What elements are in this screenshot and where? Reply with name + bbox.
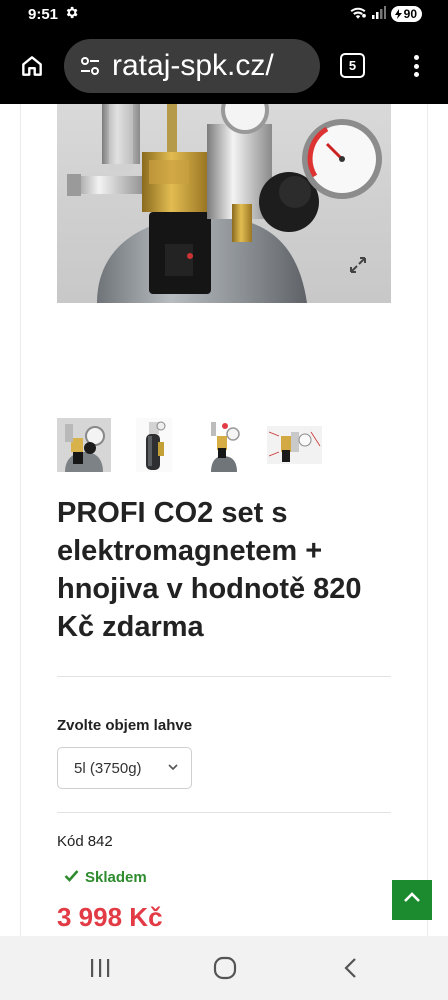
product-price: 3 998 Kč bbox=[57, 902, 163, 932]
variant-select[interactable]: 5l (3750g) bbox=[57, 747, 192, 789]
scroll-to-top-button[interactable] bbox=[392, 880, 432, 920]
site-settings-icon[interactable] bbox=[78, 54, 102, 78]
wifi-icon bbox=[349, 5, 367, 23]
status-bar: 9:51 90 bbox=[0, 0, 448, 28]
status-left: 9:51 bbox=[28, 5, 79, 24]
card-border bbox=[427, 104, 428, 936]
tab-count: 5 bbox=[348, 58, 357, 73]
address-bar[interactable]: rataj-spk.cz/ bbox=[64, 39, 320, 93]
stock-status: Skladem bbox=[64, 869, 147, 886]
check-icon bbox=[64, 869, 79, 886]
home-circle-icon[interactable] bbox=[211, 954, 239, 982]
stock-label: Skladem bbox=[85, 869, 147, 886]
phone-screen: 9:51 90 rataj-spk.cz/ 5 PROFI CO2 set s … bbox=[0, 0, 448, 1000]
expand-icon[interactable] bbox=[347, 254, 369, 276]
card-border bbox=[20, 104, 21, 936]
product-code: Kód 842 bbox=[57, 833, 117, 850]
battery-icon: 90 bbox=[390, 6, 422, 22]
divider bbox=[57, 812, 391, 813]
thumbnail-2[interactable] bbox=[136, 418, 172, 472]
status-time: 9:51 bbox=[28, 5, 59, 23]
product-thumbnails bbox=[57, 418, 337, 472]
thumbnail-4[interactable] bbox=[267, 426, 322, 464]
product-main-image[interactable] bbox=[57, 104, 391, 303]
thumbnail-3[interactable] bbox=[201, 418, 245, 472]
more-vert-icon[interactable] bbox=[404, 52, 428, 80]
home-icon[interactable] bbox=[18, 52, 46, 80]
back-icon[interactable] bbox=[337, 954, 365, 982]
chevron-up-icon bbox=[402, 888, 422, 913]
system-nav-bar bbox=[0, 936, 448, 1000]
page-content[interactable]: PROFI CO2 set s elektromagnetem + hnojiv… bbox=[0, 104, 448, 936]
status-right: 90 bbox=[349, 5, 422, 23]
divider bbox=[57, 676, 391, 677]
product-code-label: Kód bbox=[57, 833, 84, 850]
product-title: PROFI CO2 set s elektromagnetem + hnojiv… bbox=[57, 497, 362, 643]
signal-icon bbox=[371, 5, 386, 23]
url-text: rataj-spk.cz/ bbox=[112, 49, 274, 82]
tabs-icon[interactable]: 5 bbox=[340, 53, 365, 78]
chevron-down-icon bbox=[167, 760, 179, 777]
battery-level: 90 bbox=[403, 7, 417, 21]
co2-regulator-photo bbox=[67, 104, 382, 303]
recents-icon[interactable] bbox=[86, 954, 114, 982]
variant-label: Zvolte objem lahve bbox=[57, 717, 193, 734]
variant-selected-value: 5l (3750g) bbox=[74, 759, 142, 777]
settings-icon bbox=[64, 5, 79, 24]
browser-toolbar: rataj-spk.cz/ 5 bbox=[0, 28, 448, 104]
thumbnail-1[interactable] bbox=[57, 418, 111, 472]
product-code-value: 842 bbox=[87, 833, 113, 850]
